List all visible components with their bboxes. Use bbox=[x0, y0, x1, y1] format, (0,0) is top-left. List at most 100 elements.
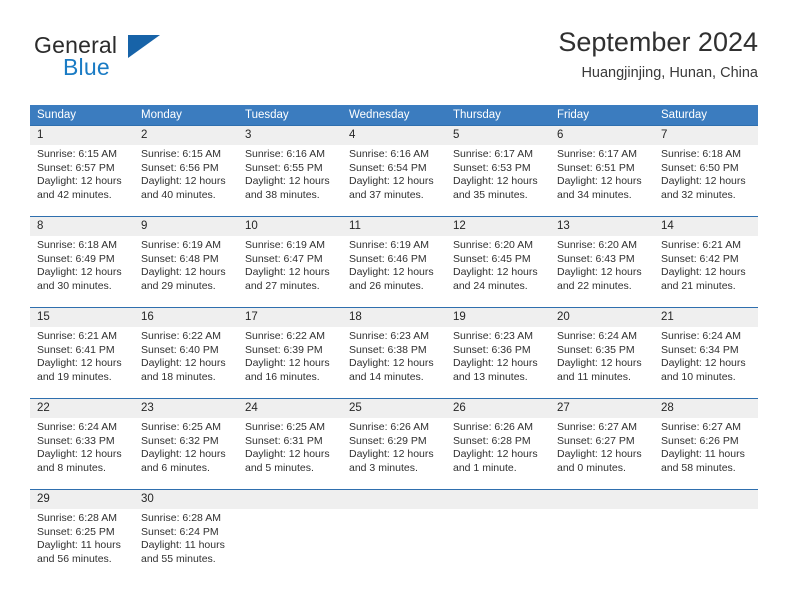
day-number[interactable]: 15 bbox=[30, 308, 134, 327]
day-cell[interactable]: Sunrise: 6:23 AM Sunset: 6:38 PM Dayligh… bbox=[342, 327, 446, 398]
day-cell[interactable]: Sunrise: 6:16 AM Sunset: 6:55 PM Dayligh… bbox=[238, 145, 342, 216]
day-number[interactable]: 11 bbox=[342, 217, 446, 236]
daylight-line1: Daylight: 11 hours bbox=[141, 539, 225, 552]
sunrise-text: Sunrise: 6:16 AM bbox=[349, 148, 429, 160]
weekday-header-sunday: Sunday bbox=[37, 109, 77, 121]
day-number[interactable]: 3 bbox=[238, 126, 342, 145]
day-cell[interactable]: Sunrise: 6:21 AM Sunset: 6:41 PM Dayligh… bbox=[30, 327, 134, 398]
day-number[interactable]: 13 bbox=[550, 217, 654, 236]
day-number[interactable]: 26 bbox=[446, 399, 550, 418]
day-number[interactable]: 8 bbox=[30, 217, 134, 236]
day-cell[interactable]: Sunrise: 6:19 AM Sunset: 6:48 PM Dayligh… bbox=[134, 236, 238, 307]
day-number-empty bbox=[550, 490, 654, 509]
day-number[interactable]: 2 bbox=[134, 126, 238, 145]
sunrise-text: Sunrise: 6:19 AM bbox=[141, 239, 221, 251]
day-number[interactable]: 9 bbox=[134, 217, 238, 236]
daylight-line2: and 40 minutes. bbox=[141, 188, 216, 201]
day-cell[interactable]: Sunrise: 6:26 AM Sunset: 6:29 PM Dayligh… bbox=[342, 418, 446, 489]
day-cell[interactable]: Sunrise: 6:20 AM Sunset: 6:43 PM Dayligh… bbox=[550, 236, 654, 307]
day-number[interactable]: 27 bbox=[550, 399, 654, 418]
day-cell[interactable]: Sunrise: 6:24 AM Sunset: 6:34 PM Dayligh… bbox=[654, 327, 758, 398]
day-number-empty bbox=[238, 490, 342, 509]
daylight-line1: Daylight: 12 hours bbox=[349, 357, 434, 370]
weekday-header-saturday: Saturday bbox=[661, 109, 708, 121]
day-cell[interactable]: Sunrise: 6:27 AM Sunset: 6:26 PM Dayligh… bbox=[654, 418, 758, 489]
day-cell[interactable]: Sunrise: 6:16 AM Sunset: 6:54 PM Dayligh… bbox=[342, 145, 446, 216]
weekday-header-monday: Monday bbox=[141, 109, 182, 121]
sunrise-text: Sunrise: 6:25 AM bbox=[245, 421, 325, 433]
day-cell[interactable]: Sunrise: 6:28 AM Sunset: 6:24 PM Dayligh… bbox=[134, 509, 238, 580]
day-number[interactable]: 6 bbox=[550, 126, 654, 145]
day-cell[interactable]: Sunrise: 6:24 AM Sunset: 6:35 PM Dayligh… bbox=[550, 327, 654, 398]
daylight-line2: and 24 minutes. bbox=[453, 279, 528, 292]
daylight-line1: Daylight: 12 hours bbox=[661, 266, 746, 279]
daylight-line1: Daylight: 12 hours bbox=[245, 357, 330, 370]
daylight-line2: and 19 minutes. bbox=[37, 370, 112, 383]
day-number[interactable]: 1 bbox=[30, 126, 134, 145]
sunset-text: Sunset: 6:36 PM bbox=[453, 343, 531, 356]
day-number[interactable]: 14 bbox=[654, 217, 758, 236]
day-number[interactable]: 18 bbox=[342, 308, 446, 327]
day-number[interactable]: 19 bbox=[446, 308, 550, 327]
sunset-text: Sunset: 6:47 PM bbox=[245, 252, 323, 265]
day-cell[interactable]: Sunrise: 6:28 AM Sunset: 6:25 PM Dayligh… bbox=[30, 509, 134, 580]
sunrise-text: Sunrise: 6:23 AM bbox=[453, 330, 533, 342]
day-cell[interactable]: Sunrise: 6:22 AM Sunset: 6:40 PM Dayligh… bbox=[134, 327, 238, 398]
day-cell[interactable]: Sunrise: 6:19 AM Sunset: 6:46 PM Dayligh… bbox=[342, 236, 446, 307]
general-blue-logo[interactable]: General Blue bbox=[34, 32, 234, 90]
daylight-line2: and 37 minutes. bbox=[349, 188, 424, 201]
day-number[interactable]: 4 bbox=[342, 126, 446, 145]
sunrise-text: Sunrise: 6:23 AM bbox=[349, 330, 429, 342]
day-cell[interactable]: Sunrise: 6:15 AM Sunset: 6:57 PM Dayligh… bbox=[30, 145, 134, 216]
sunrise-text: Sunrise: 6:16 AM bbox=[245, 148, 325, 160]
daylight-line2: and 3 minutes. bbox=[349, 461, 418, 474]
day-number[interactable]: 30 bbox=[134, 490, 238, 509]
sunset-text: Sunset: 6:31 PM bbox=[245, 434, 323, 447]
day-cell[interactable]: Sunrise: 6:17 AM Sunset: 6:51 PM Dayligh… bbox=[550, 145, 654, 216]
page-subtitle: Huangjinjing, Hunan, China bbox=[581, 65, 758, 81]
day-number[interactable]: 17 bbox=[238, 308, 342, 327]
day-cell[interactable]: Sunrise: 6:21 AM Sunset: 6:42 PM Dayligh… bbox=[654, 236, 758, 307]
day-cell[interactable]: Sunrise: 6:22 AM Sunset: 6:39 PM Dayligh… bbox=[238, 327, 342, 398]
sunset-text: Sunset: 6:51 PM bbox=[557, 161, 635, 174]
day-cell[interactable]: Sunrise: 6:17 AM Sunset: 6:53 PM Dayligh… bbox=[446, 145, 550, 216]
logo-triangle-icon bbox=[128, 35, 160, 58]
daylight-line1: Daylight: 12 hours bbox=[141, 266, 226, 279]
day-cell[interactable]: Sunrise: 6:25 AM Sunset: 6:31 PM Dayligh… bbox=[238, 418, 342, 489]
sunrise-text: Sunrise: 6:28 AM bbox=[37, 512, 117, 524]
day-number[interactable]: 16 bbox=[134, 308, 238, 327]
day-cell[interactable]: Sunrise: 6:19 AM Sunset: 6:47 PM Dayligh… bbox=[238, 236, 342, 307]
day-number-empty bbox=[446, 490, 550, 509]
day-cell[interactable]: Sunrise: 6:27 AM Sunset: 6:27 PM Dayligh… bbox=[550, 418, 654, 489]
day-number[interactable]: 7 bbox=[654, 126, 758, 145]
sunset-text: Sunset: 6:33 PM bbox=[37, 434, 115, 447]
day-cell[interactable]: Sunrise: 6:18 AM Sunset: 6:49 PM Dayligh… bbox=[30, 236, 134, 307]
day-number[interactable]: 29 bbox=[30, 490, 134, 509]
daylight-line1: Daylight: 12 hours bbox=[661, 357, 746, 370]
day-number[interactable]: 22 bbox=[30, 399, 134, 418]
sunset-text: Sunset: 6:42 PM bbox=[661, 252, 739, 265]
day-cell-empty bbox=[654, 509, 758, 580]
day-cell[interactable]: Sunrise: 6:26 AM Sunset: 6:28 PM Dayligh… bbox=[446, 418, 550, 489]
day-number[interactable]: 5 bbox=[446, 126, 550, 145]
day-number[interactable]: 28 bbox=[654, 399, 758, 418]
day-cell[interactable]: Sunrise: 6:15 AM Sunset: 6:56 PM Dayligh… bbox=[134, 145, 238, 216]
day-number[interactable]: 21 bbox=[654, 308, 758, 327]
day-cell[interactable]: Sunrise: 6:20 AM Sunset: 6:45 PM Dayligh… bbox=[446, 236, 550, 307]
sunset-text: Sunset: 6:29 PM bbox=[349, 434, 427, 447]
day-number[interactable]: 25 bbox=[342, 399, 446, 418]
day-cell[interactable]: Sunrise: 6:25 AM Sunset: 6:32 PM Dayligh… bbox=[134, 418, 238, 489]
week-detail-band: Sunrise: 6:18 AM Sunset: 6:49 PM Dayligh… bbox=[30, 236, 758, 307]
day-number[interactable]: 24 bbox=[238, 399, 342, 418]
week-row: 15 16 17 18 19 20 21 Sunrise: 6:21 AM Su… bbox=[30, 307, 758, 398]
daylight-line1: Daylight: 12 hours bbox=[245, 266, 330, 279]
day-cell[interactable]: Sunrise: 6:23 AM Sunset: 6:36 PM Dayligh… bbox=[446, 327, 550, 398]
day-cell[interactable]: Sunrise: 6:18 AM Sunset: 6:50 PM Dayligh… bbox=[654, 145, 758, 216]
daylight-line1: Daylight: 12 hours bbox=[245, 448, 330, 461]
day-cell[interactable]: Sunrise: 6:24 AM Sunset: 6:33 PM Dayligh… bbox=[30, 418, 134, 489]
day-number[interactable]: 20 bbox=[550, 308, 654, 327]
sunrise-text: Sunrise: 6:26 AM bbox=[453, 421, 533, 433]
day-number[interactable]: 12 bbox=[446, 217, 550, 236]
day-number[interactable]: 10 bbox=[238, 217, 342, 236]
day-number[interactable]: 23 bbox=[134, 399, 238, 418]
